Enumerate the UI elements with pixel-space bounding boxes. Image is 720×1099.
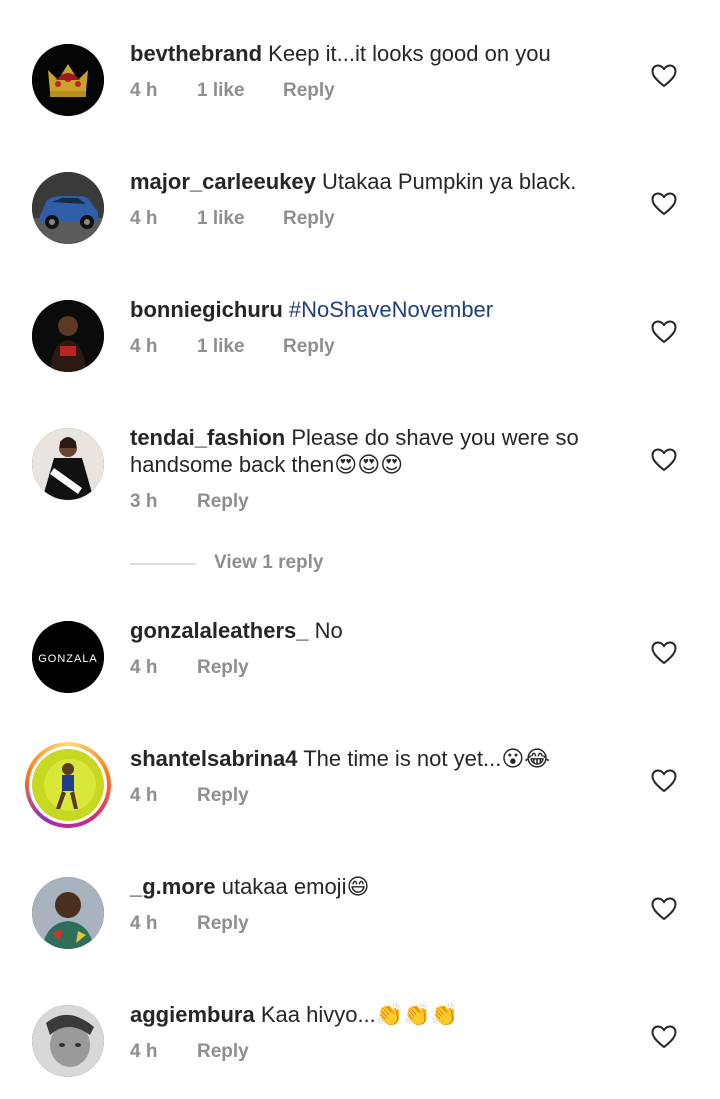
username[interactable]: major_carleeukey (130, 169, 316, 194)
username[interactable]: gonzalaleathers_ (130, 618, 309, 643)
reply-button[interactable]: Reply (283, 80, 335, 102)
gonzala-logo-avatar: GONZALA (32, 621, 104, 693)
heart-outline-icon[interactable] (651, 64, 677, 88)
comment-meta: 3 h Reply (130, 491, 249, 513)
avatar[interactable]: GONZALA (32, 621, 104, 693)
like-count[interactable]: 1 like (197, 336, 283, 358)
comment-meta: 4 h Reply (130, 657, 249, 679)
heart-outline-icon[interactable] (651, 897, 677, 921)
comment-text: _g.more utakaa emoji😄 (130, 873, 610, 901)
heart-outline-icon[interactable] (651, 320, 677, 344)
reply-button[interactable]: Reply (197, 913, 249, 935)
username[interactable]: aggiembura (130, 1002, 255, 1027)
emoji: 😮😂 (501, 747, 550, 772)
logo-text: GONZALA (38, 653, 98, 665)
comment-body: utakaa emoji (221, 874, 347, 899)
hashtag-link[interactable]: #NoShaveNovember (289, 297, 493, 322)
avatar[interactable] (32, 428, 104, 500)
comment-meta: 4 h Reply (130, 913, 249, 935)
timestamp: 4 h (130, 1041, 158, 1062)
comment-body: No (314, 618, 343, 643)
avatar[interactable] (32, 44, 104, 116)
avatar[interactable] (32, 300, 104, 372)
avatar[interactable] (32, 1005, 104, 1077)
person-avatar-image (32, 1005, 104, 1077)
timestamp: 4 h (130, 336, 158, 357)
timestamp: 4 h (130, 785, 158, 806)
comment-meta: 4 h Reply (130, 1041, 249, 1063)
person-avatar-image (32, 877, 104, 949)
comment-meta: 4 h 1 like Reply (130, 80, 335, 102)
comment-body: The time is not yet... (303, 746, 502, 771)
reply-button[interactable]: Reply (197, 785, 249, 807)
reply-button[interactable]: Reply (283, 208, 335, 230)
avatar[interactable] (32, 877, 104, 949)
avatar[interactable] (32, 172, 104, 244)
comment-text: bevthebrand Keep it...it looks good on y… (130, 40, 610, 67)
heart-outline-icon[interactable] (651, 769, 677, 793)
timestamp: 4 h (130, 657, 158, 678)
comment-text: gonzalaleathers_ No (130, 617, 610, 644)
reply-button[interactable]: Reply (197, 657, 249, 679)
emoji: 😍😍😍 (334, 453, 404, 478)
emoji: 👏👏👏 (375, 1003, 458, 1028)
timestamp: 4 h (130, 208, 158, 229)
comment-body: Keep it...it looks good on you (268, 41, 551, 66)
comment-meta: 4 h 1 like Reply (130, 336, 335, 358)
heart-outline-icon[interactable] (651, 448, 677, 472)
timestamp: 4 h (130, 80, 158, 101)
comment-body: Kaa hivyo... (260, 1002, 376, 1027)
fashion-avatar-image (32, 428, 104, 500)
crown-avatar-image (32, 44, 104, 116)
avatar-story-ring[interactable] (25, 742, 111, 828)
emoji: 😄 (346, 875, 370, 900)
like-count[interactable]: 1 like (197, 208, 283, 230)
view-replies-label[interactable]: View 1 reply (214, 552, 324, 574)
comment-text: aggiembura Kaa hivyo...👏👏👏 (130, 1001, 610, 1029)
comment-text: major_carleeukey Utakaa Pumpkin ya black… (130, 168, 610, 195)
heart-outline-icon[interactable] (651, 1025, 677, 1049)
comment-meta: 4 h 1 like Reply (130, 208, 335, 230)
divider (130, 563, 196, 565)
comment-meta: 4 h Reply (130, 785, 249, 807)
car-avatar-image (32, 172, 104, 244)
view-replies-button[interactable]: View 1 reply (130, 552, 430, 578)
reply-button[interactable]: Reply (283, 336, 335, 358)
like-count[interactable]: 1 like (197, 80, 283, 102)
person-avatar-image (32, 749, 104, 821)
username[interactable]: tendai_fashion (130, 425, 285, 450)
timestamp: 3 h (130, 491, 158, 512)
comment-text: shantelsabrina4 The time is not yet...😮😂 (130, 745, 610, 773)
reply-button[interactable]: Reply (197, 1041, 249, 1063)
reply-button[interactable]: Reply (197, 491, 249, 513)
timestamp: 4 h (130, 913, 158, 934)
username[interactable]: shantelsabrina4 (130, 746, 298, 771)
heart-outline-icon[interactable] (651, 192, 677, 216)
username[interactable]: bevthebrand (130, 41, 262, 66)
comment-text: tendai_fashion Please do shave you were … (130, 424, 610, 479)
username[interactable]: _g.more (130, 874, 216, 899)
heart-outline-icon[interactable] (651, 641, 677, 665)
avatar (29, 746, 107, 824)
comment-text: bonniegichuru #NoShaveNovember (130, 296, 610, 323)
comment-body: Utakaa Pumpkin ya black. (322, 169, 577, 194)
person-avatar-image (32, 300, 104, 372)
username[interactable]: bonniegichuru (130, 297, 283, 322)
